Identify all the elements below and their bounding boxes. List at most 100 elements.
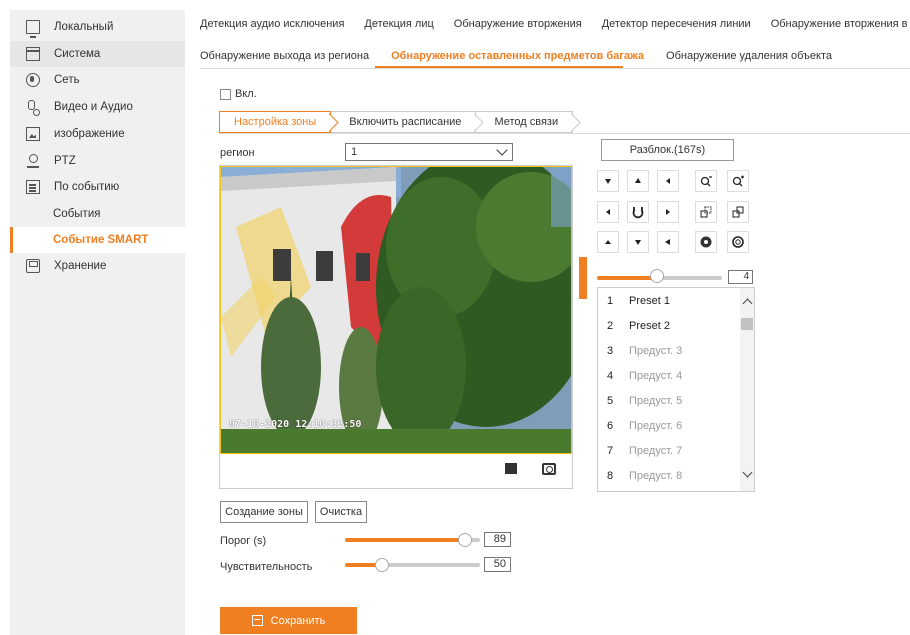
tab-region-exit[interactable]: Обнаружение выхода из региона xyxy=(200,50,369,70)
sidebar-item-smart-event[interactable]: Событие SMART xyxy=(10,227,185,253)
steps-divider xyxy=(219,133,910,134)
ptz-down-button[interactable] xyxy=(627,231,649,253)
focus-near-icon xyxy=(700,206,712,218)
sidebar-item-network[interactable]: Сеть xyxy=(10,67,185,93)
iris-close-button[interactable] xyxy=(727,231,749,253)
arrow-left-icon xyxy=(606,209,610,215)
enable-checkbox[interactable]: Вкл. xyxy=(220,88,257,100)
chevron-down-icon[interactable] xyxy=(742,467,753,478)
video-frame[interactable]: 07-10-2020 12:10:32:50 xyxy=(220,166,572,454)
tab-object-removal[interactable]: Обнаружение удаления объекта xyxy=(666,50,832,70)
sidebar-item-video-audio[interactable]: Видео и Аудио xyxy=(10,94,185,120)
step-area-settings[interactable]: Настройка зоны xyxy=(219,111,332,133)
tab-face-detection[interactable]: Детекция лиц xyxy=(364,18,433,38)
preset-number: 7 xyxy=(607,444,614,457)
focus-far-icon xyxy=(732,206,744,218)
zoom-out-button[interactable] xyxy=(695,170,717,192)
sidebar-item-label: Система xyxy=(54,48,101,60)
step-arming-schedule[interactable]: Включить расписание xyxy=(331,111,477,133)
save-button[interactable]: Сохранить xyxy=(220,607,357,634)
create-zone-button[interactable]: Создание зоны xyxy=(220,501,308,523)
zoom-out-icon xyxy=(700,176,712,187)
sidebar: Локальный Система Сеть Видео и Аудио изо… xyxy=(10,10,185,635)
camera-icon[interactable] xyxy=(542,463,556,475)
preset-name: Preset 2 xyxy=(629,319,670,332)
ptz-speed-value[interactable]: 4 xyxy=(728,270,753,284)
preset-item[interactable]: 1 Preset 1 xyxy=(598,288,740,313)
preset-name: Предуст. 3 xyxy=(629,344,683,357)
save-label: Сохранить xyxy=(270,614,326,627)
focus-far-button[interactable] xyxy=(727,201,749,223)
sidebar-item-local[interactable]: Локальный xyxy=(10,14,185,40)
tab-audio-exception[interactable]: Детекция аудио исключения xyxy=(200,18,344,38)
preset-item[interactable]: 2 Preset 2 xyxy=(598,313,740,338)
chevron-up-icon[interactable] xyxy=(742,298,753,309)
sensitivity-knob[interactable] xyxy=(375,558,390,572)
clear-button[interactable]: Очистка xyxy=(315,501,367,523)
sidebar-item-event[interactable]: По событию xyxy=(10,174,185,200)
osd-timestamp: 07-10-2020 12:10:32:50 xyxy=(229,419,362,430)
preset-number: 8 xyxy=(607,469,614,482)
threshold-knob[interactable] xyxy=(458,533,473,547)
record-icon[interactable] xyxy=(505,463,517,474)
preset-number: 6 xyxy=(607,419,614,432)
chevron-down-icon xyxy=(496,144,508,156)
threshold-value[interactable]: 89 xyxy=(484,532,511,547)
event-icon xyxy=(26,180,40,194)
sidebar-item-storage[interactable]: Хранение xyxy=(10,253,185,279)
preset-list: 1 Preset 1 2 Preset 2 3 Предуст. 3 4 Предуст. 4… xyxy=(597,287,755,492)
monitor-icon xyxy=(26,20,40,38)
zoom-in-button[interactable] xyxy=(727,170,749,192)
sidebar-item-ptz[interactable]: PTZ xyxy=(10,148,185,174)
ptz-auto-button[interactable] xyxy=(627,201,649,223)
scrollbar-thumb[interactable] xyxy=(741,318,753,330)
sidebar-item-label: изображение xyxy=(54,128,125,140)
region-value: 1 xyxy=(351,146,358,158)
arrow-up-right-icon xyxy=(665,239,670,245)
network-icon xyxy=(26,73,40,87)
preset-number: 5 xyxy=(607,394,614,407)
ptz-speed-fill xyxy=(597,276,657,280)
ptz-right-button[interactable] xyxy=(657,201,679,223)
ptz-icon xyxy=(26,154,40,168)
preset-item[interactable]: 6 Предуст. 6 xyxy=(598,413,740,438)
ptz-up-right-button[interactable] xyxy=(657,170,679,192)
preset-item[interactable]: 4 Предуст. 4 xyxy=(598,363,740,388)
iris-open-button[interactable] xyxy=(695,231,717,253)
sidebar-item-image[interactable]: изображение xyxy=(10,121,185,147)
video-audio-icon xyxy=(26,100,40,116)
ptz-collapse-tab[interactable] xyxy=(579,257,587,299)
sensitivity-slider[interactable] xyxy=(345,563,480,567)
preset-scrollbar[interactable] xyxy=(740,288,754,491)
ptz-up-button[interactable] xyxy=(627,170,649,192)
ptz-down-left-button[interactable] xyxy=(597,231,619,253)
unlock-button[interactable]: Разблок.(167s) xyxy=(601,139,734,161)
tab-intrusion[interactable]: Обнаружение вторжения xyxy=(454,18,582,38)
iris-open-icon xyxy=(700,236,712,248)
sidebar-item-label: События xyxy=(53,208,101,220)
sensitivity-value[interactable]: 50 xyxy=(484,557,511,572)
ptz-up-left-button[interactable] xyxy=(597,170,619,192)
enable-label: Вкл. xyxy=(235,88,257,100)
preset-item[interactable]: 8 Предуст. 8 xyxy=(598,463,740,488)
focus-near-button[interactable] xyxy=(695,201,717,223)
arrow-up-left-icon xyxy=(605,240,611,244)
tab-region-entrance[interactable]: Обнаружение вторжения в регион xyxy=(771,18,910,38)
ptz-speed-knob[interactable] xyxy=(650,269,664,283)
preset-number: 1 xyxy=(607,294,614,307)
ptz-left-button[interactable] xyxy=(597,201,619,223)
preset-item[interactable]: 7 Предуст. 7 xyxy=(598,438,740,463)
preset-item[interactable]: 3 Предуст. 3 xyxy=(598,338,740,363)
arrow-down-right-icon xyxy=(666,178,670,184)
region-label: регион xyxy=(220,147,255,159)
sidebar-item-system[interactable]: Система xyxy=(10,41,185,67)
sidebar-item-events[interactable]: События xyxy=(10,201,185,227)
preset-item[interactable]: 5 Предуст. 5 xyxy=(598,388,740,413)
tab-line-crossing[interactable]: Детектор пересечения линии xyxy=(602,18,751,38)
region-select[interactable]: 1 xyxy=(345,143,513,161)
threshold-fill xyxy=(345,538,466,542)
sidebar-item-label: Видео и Аудио xyxy=(54,101,133,113)
checkbox[interactable] xyxy=(220,88,231,100)
ptz-down-right-button[interactable] xyxy=(657,231,679,253)
step-linkage-method[interactable]: Метод связи xyxy=(476,111,574,133)
